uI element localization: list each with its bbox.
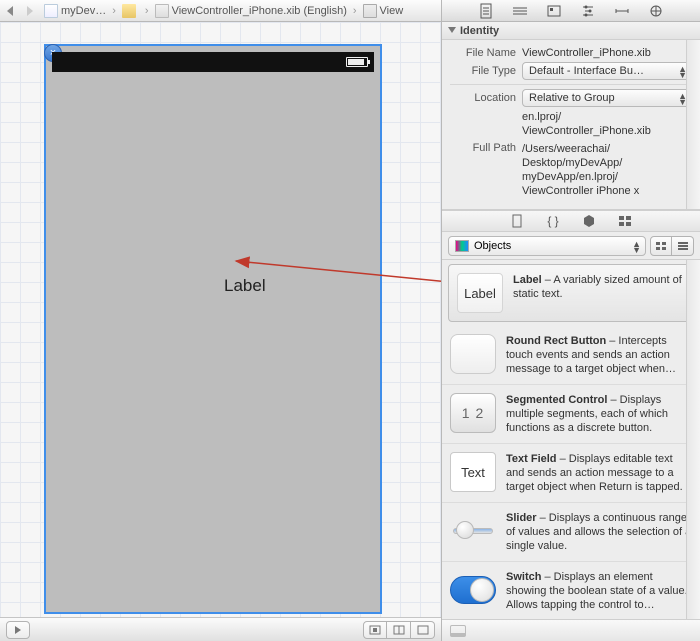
button-thumb-icon — [450, 334, 496, 374]
identity-section-header[interactable]: Identity — [442, 22, 700, 40]
relative-path-line-2: ViewController_iPhone.xib — [522, 124, 692, 138]
full-path-line-4: ViewController iPhone x — [522, 184, 692, 198]
relative-path-line-1: en.lproj/ — [522, 110, 692, 124]
detail-toggle-icon[interactable] — [450, 625, 466, 637]
library-list[interactable]: Label Label – A variably sized amount of… — [442, 260, 700, 619]
inspector-panel: Identity File Name ViewController_iPhone… — [441, 0, 700, 641]
identity-tab-icon[interactable] — [542, 2, 566, 20]
library-item-title: Segmented Control — [506, 394, 607, 406]
code-snippet-tab-icon[interactable]: { } — [542, 213, 564, 229]
status-bar — [52, 52, 374, 72]
zoom-actual-button[interactable] — [387, 621, 411, 639]
crumb-view[interactable]: View — [359, 0, 408, 21]
folder-icon — [122, 4, 136, 18]
library-item-text: Text Field – Displays editable text and … — [506, 452, 692, 494]
uilabel-on-canvas[interactable]: Label — [224, 276, 266, 296]
location-popup[interactable]: Relative to Group — [522, 89, 692, 107]
quick-help-tab-icon[interactable] — [508, 2, 532, 20]
crumb-file[interactable]: ViewController_iPhone.xib (English) — [151, 0, 351, 21]
slider-thumb-icon — [450, 511, 496, 551]
file-name-label: File Name — [450, 47, 516, 59]
library-item-title: Round Rect Button — [506, 335, 606, 347]
objects-swatch-icon — [455, 240, 469, 252]
full-path-label: Full Path — [450, 142, 516, 154]
zoom-fit-button[interactable] — [363, 621, 387, 639]
library-item-title: Label — [513, 274, 542, 286]
xib-icon — [155, 4, 169, 18]
textfield-thumb-icon: Text — [450, 452, 496, 492]
library-tab-bar: { } — [442, 210, 700, 232]
media-library-tab-icon[interactable] — [614, 213, 636, 229]
project-icon — [44, 4, 58, 18]
library-item-text-field[interactable]: Text Text Field – Displays editable text… — [442, 444, 700, 503]
popup-arrows-icon — [632, 241, 641, 253]
library-item-slider[interactable]: Slider – Displays a continuous range of … — [442, 503, 700, 562]
chevron-right-icon: › — [143, 5, 151, 17]
full-path-line-1: /Users/weerachai/ — [522, 142, 692, 156]
identity-scrollbar[interactable] — [686, 40, 700, 209]
library-item-title: Slider — [506, 512, 537, 524]
library-item-round-rect-button[interactable]: Round Rect Button – Intercepts touch eve… — [442, 326, 700, 385]
location-label: Location — [450, 92, 516, 104]
file-name-value[interactable]: ViewController_iPhone.xib — [522, 47, 692, 59]
inspector-tab-bar — [442, 0, 700, 22]
identity-header-label: Identity — [460, 25, 499, 37]
object-library-tab-icon[interactable] — [578, 213, 600, 229]
view-icon — [363, 4, 377, 18]
outline-toggle-button[interactable] — [6, 621, 30, 639]
nav-fwd-icon[interactable] — [22, 4, 36, 18]
chevron-right-icon: › — [110, 5, 118, 17]
crumb-project-label: myDev… — [61, 5, 106, 17]
file-type-popup[interactable]: Default - Interface Bu… — [522, 62, 692, 80]
library-filter-popup[interactable]: Objects — [448, 236, 646, 256]
zoom-out-button[interactable] — [411, 621, 435, 639]
grid-view-button[interactable] — [650, 236, 672, 256]
file-type-label: File Type — [450, 65, 516, 77]
canvas-area[interactable]: × Label — [0, 22, 441, 641]
library-item-text: Label – A variably sized amount of stati… — [513, 273, 685, 313]
size-tab-icon[interactable] — [610, 2, 634, 20]
crumb-file-label: ViewController_iPhone.xib (English) — [172, 5, 347, 17]
library-bottom-strip — [442, 619, 700, 641]
library-item-switch[interactable]: Switch – Displays an element showing the… — [442, 562, 700, 619]
label-thumb-icon: Label — [457, 273, 503, 313]
library-item-text: Segmented Control – Displays multiple se… — [506, 393, 692, 435]
file-type-value: Default - Interface Bu… — [529, 65, 644, 77]
library-item-text: Slider – Displays a continuous range of … — [506, 511, 692, 553]
canvas-footer — [0, 617, 441, 641]
library-scrollbar[interactable] — [686, 260, 700, 619]
nav-back-icon[interactable] — [4, 4, 18, 18]
breadcrumb-bar: myDev… › › ViewController_iPhone.xib (En… — [0, 0, 441, 22]
crumb-folder[interactable] — [118, 0, 143, 21]
identity-section: File Name ViewController_iPhone.xib File… — [442, 40, 700, 210]
library-filter-label: Objects — [474, 240, 511, 252]
device-frame[interactable]: × Label — [44, 44, 382, 614]
list-view-button[interactable] — [672, 236, 694, 256]
library-item-title: Text Field — [506, 453, 557, 465]
crumb-view-label: View — [380, 5, 404, 17]
library-item-text: Switch – Displays an element showing the… — [506, 570, 692, 612]
chevron-right-icon: › — [351, 5, 359, 17]
library-item-segmented-control[interactable]: 1 2 Segmented Control – Displays multipl… — [442, 385, 700, 444]
library-item-label[interactable]: Label Label – A variably sized amount of… — [448, 264, 694, 322]
disclosure-triangle-icon — [448, 27, 456, 33]
segmented-thumb-icon: 1 2 — [450, 393, 496, 433]
library-view-toggle — [650, 236, 694, 256]
library-item-text: Round Rect Button – Intercepts touch eve… — [506, 334, 692, 376]
attributes-tab-icon[interactable] — [576, 2, 600, 20]
connections-tab-icon[interactable] — [644, 2, 668, 20]
full-path-line-2: Desktop/myDevApp/ — [522, 156, 692, 170]
battery-icon — [346, 57, 368, 67]
library-item-title: Switch — [506, 571, 541, 583]
location-value: Relative to Group — [529, 92, 615, 104]
file-inspector-tab-icon[interactable] — [474, 2, 498, 20]
switch-thumb-icon — [450, 570, 496, 610]
full-path-line-3: myDevApp/en.lproj/ — [522, 170, 692, 184]
library-header: Objects — [442, 232, 700, 260]
crumb-project[interactable]: myDev… — [40, 0, 110, 21]
file-template-tab-icon[interactable] — [506, 213, 528, 229]
